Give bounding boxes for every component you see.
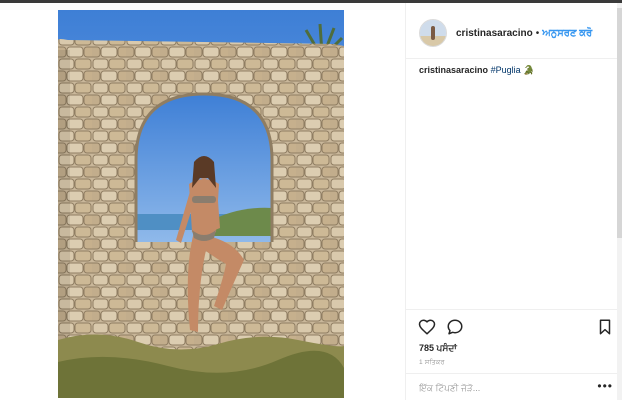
post-photo[interactable] <box>58 10 344 398</box>
avatar-image <box>420 20 446 46</box>
comment-divider <box>406 373 622 374</box>
more-options-icon[interactable]: ••• <box>597 379 613 393</box>
caption-hashtag[interactable]: #Puglia <box>491 65 521 75</box>
comment-bubble-icon[interactable] <box>446 318 464 336</box>
scrollbar[interactable] <box>617 3 622 400</box>
comment-input[interactable] <box>419 381 589 395</box>
header-username[interactable]: cristinasaracino <box>456 28 533 39</box>
post-details-panel: cristinasaracino • ਅਨੁਸਰਣ ਕਰੋ cristinasa… <box>405 3 622 400</box>
header-separator: • <box>535 27 540 39</box>
follow-button[interactable]: ਅਨੁਸਰਣ ਕਰੋ <box>542 28 592 39</box>
caption-username[interactable]: cristinasaracino <box>419 65 488 75</box>
caption-emoji: 🐊 <box>523 65 535 75</box>
avatar[interactable] <box>419 19 447 47</box>
comment-box: ••• <box>406 376 622 400</box>
heart-icon[interactable] <box>418 318 436 336</box>
bookmark-icon[interactable] <box>596 318 614 336</box>
post-caption: cristinasaracino #Puglia 🐊 <box>419 65 534 76</box>
action-bar <box>418 316 614 338</box>
post-timestamp: 1 ਸਤਿਕਰ <box>419 359 445 366</box>
instagram-post-window: cristinasaracino • ਅਨੁਸਰਣ ਕਰੋ cristinasa… <box>0 0 622 400</box>
post-header: cristinasaracino • ਅਨੁਸਰਣ ਕਰੋ <box>406 13 622 53</box>
actions-divider <box>406 309 622 310</box>
header-divider <box>406 58 622 59</box>
likes-count[interactable]: 785 ਪਸੰਦਾਂ <box>419 343 457 354</box>
photo-illustration <box>58 10 344 398</box>
scrollbar-thumb[interactable] <box>617 8 622 238</box>
